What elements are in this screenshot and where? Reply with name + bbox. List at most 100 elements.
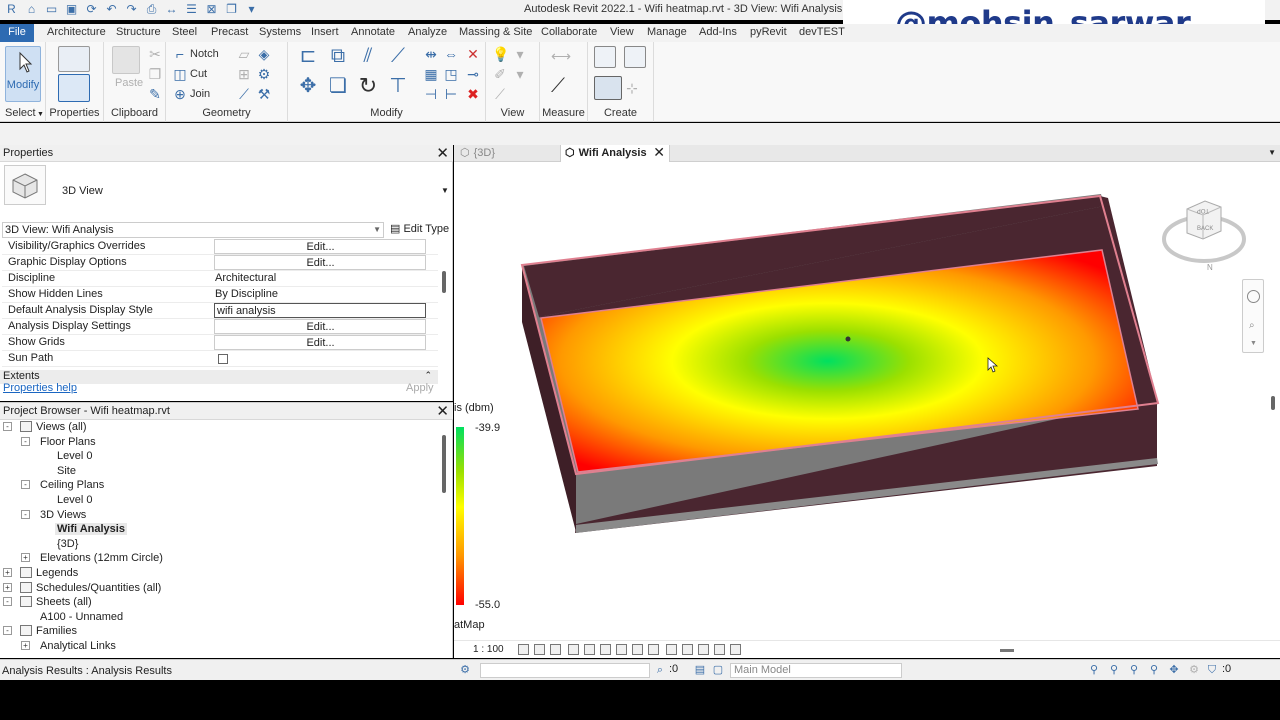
apply-button[interactable]: Apply [406,382,434,394]
select-chevron-icon[interactable]: ▼ [37,111,44,118]
router-marker[interactable] [845,336,851,342]
nav-chevron-icon[interactable]: ▼ [1250,340,1257,347]
similar-icon[interactable]: ⊹ [624,80,640,96]
instance-selector[interactable]: 3D View: Wifi Analysis ▼ [2,222,384,238]
tree-node-schedules[interactable]: + Schedules/Quantities (all) [0,581,440,596]
join-icon[interactable]: ⊕ [172,86,188,102]
reveal-hidden-icon[interactable] [666,644,677,655]
tree-node-ceiling-plans[interactable]: - Ceiling Plans [0,478,440,493]
paint-icon[interactable]: ◈ [256,46,272,62]
sun-path-icon[interactable] [550,644,561,655]
override-dropdown-icon[interactable]: ▾ [512,66,528,82]
aligned-dimension-icon[interactable]: ⟋ [546,76,570,102]
horizontal-scrollbar[interactable] [1000,649,1014,652]
hide-bulb-icon[interactable]: 💡 [492,46,509,62]
modify-tool-button[interactable]: Modify [5,46,41,102]
sync-icon[interactable]: ⟳ [84,2,99,17]
analysis-settings-edit-button[interactable]: Edit... [214,319,426,334]
tab-file[interactable]: File [0,24,34,42]
type-selector-chevron-icon[interactable]: ▼ [441,186,449,195]
measure-icon[interactable]: ↔ [164,2,179,17]
scale-icon[interactable]: ◳ [443,66,459,82]
mirror-draw-icon[interactable]: ⟋ [386,46,410,72]
delete-icon[interactable]: ✖ [465,86,481,102]
home-icon[interactable]: ⌂ [24,2,39,17]
show-crop-icon[interactable] [616,644,627,655]
tree-node-a100[interactable]: A100 - Unnamed [0,610,440,625]
collapse-toggle-icon[interactable]: - [3,597,12,607]
tree-node-site[interactable]: Site [0,464,440,479]
linework-icon[interactable]: ⟋ [492,86,508,102]
cut-label[interactable]: Cut [190,68,207,80]
viewcube[interactable]: TOP BACK N [1159,197,1249,277]
tree-node-level-0[interactable]: Level 0 [0,449,440,464]
tree-node-analytical-links[interactable]: + Analytical Links [0,639,440,654]
open-icon[interactable]: ▭ [44,2,59,17]
properties-scrollbar[interactable] [442,271,446,293]
properties-help-link[interactable]: Properties help [3,382,77,394]
filter-icon[interactable]: ⛉ [1206,664,1218,676]
match-type-icon[interactable]: ✎ [147,86,163,102]
steering-wheel-icon[interactable] [1247,290,1260,303]
tree-node-views-all[interactable]: - Views (all) [0,420,440,435]
tab-architecture[interactable]: Architecture [47,24,106,42]
tab-annotate[interactable]: Annotate [351,24,395,42]
type-properties-icon[interactable] [58,46,90,72]
design-options-icon[interactable]: ▤ [694,664,706,676]
tree-node-elevations[interactable]: + Elevations (12mm Circle) [0,551,440,566]
measure-between-icon[interactable]: ⟷ [546,48,576,64]
heatmap-model[interactable] [454,162,1280,640]
collapse-toggle-icon[interactable]: - [3,422,12,431]
tree-node-wifi-analysis[interactable]: Wifi Analysis [0,522,440,537]
edit-type-button[interactable]: ▤ Edit Type [390,222,449,235]
browser-scrollbar[interactable] [442,435,446,493]
tab-manage[interactable]: Manage [647,24,687,42]
discipline-value[interactable]: Architectural [214,271,426,286]
tabs-menu-chevron-icon[interactable]: ▼ [1268,148,1276,157]
create-parts-icon[interactable] [624,46,646,68]
viewport-scrollbar[interactable] [1271,396,1275,410]
split-gap-icon[interactable]: ⇔ [443,46,459,62]
visual-style-icon[interactable] [534,644,545,655]
select-links-icon[interactable]: ⚲ [1088,664,1100,676]
demolish-icon[interactable]: ⚙ [256,66,272,82]
show-grids-edit-button[interactable]: Edit... [214,335,426,350]
override-brush-icon[interactable]: ✐ [492,66,508,82]
tab-close-icon[interactable]: ✕ [653,144,665,160]
split-face-icon[interactable]: ▱ [236,46,252,62]
drag-elements-icon[interactable]: ✥ [1168,664,1180,676]
tree-node-3d-views[interactable]: - 3D Views [0,508,440,523]
tab-devtest[interactable]: devTEST [799,24,845,42]
copy-icon[interactable]: ❐ [147,66,163,82]
highlight-displacement-icon[interactable] [714,644,725,655]
join-label[interactable]: Join [190,88,210,100]
hidden-lines-value[interactable]: By Discipline [214,287,426,302]
view-scale[interactable]: 1 : 100 [473,644,504,655]
copy-element-icon[interactable]: ❏ [326,76,350,102]
background-processes-icon[interactable]: ⚙ [1188,664,1200,676]
select-underlay-icon[interactable]: ⚲ [1108,664,1120,676]
tab-collaborate[interactable]: Collaborate [541,24,597,42]
wall-joins-icon[interactable]: ⊞ [236,66,252,82]
tab-steel[interactable]: Steel [172,24,197,42]
collapse-toggle-icon[interactable]: - [3,626,12,636]
expand-toggle-icon[interactable]: + [3,582,12,592]
tree-node-floor-plans[interactable]: - Floor Plans [0,435,440,450]
align-icon[interactable]: ⊏ [296,46,320,72]
create-group-icon[interactable] [594,76,622,100]
tab-precast[interactable]: Precast [211,24,248,42]
split-icon[interactable]: ⇹ [423,46,439,62]
worksharing-icon[interactable] [682,644,693,655]
tree-node-ceiling-level-0[interactable]: Level 0 [0,493,440,508]
array-icon[interactable]: ▦ [423,66,439,82]
customize-qat-icon[interactable]: ▾ [244,2,259,17]
collapse-toggle-icon[interactable]: - [21,509,30,519]
undo-icon[interactable]: ↶ [104,2,119,17]
hide-dropdown-icon[interactable]: ▾ [512,46,528,62]
tree-node-legends[interactable]: + Legends [0,566,440,581]
editable-only-icon[interactable]: ⌕ [654,664,666,676]
tree-node-families[interactable]: - Families [0,624,440,639]
beam-join-icon[interactable]: ⟋ [236,86,252,102]
worksets-icon[interactable]: ⚙ [459,664,471,676]
switch-windows-icon[interactable]: ❐ [224,2,239,17]
